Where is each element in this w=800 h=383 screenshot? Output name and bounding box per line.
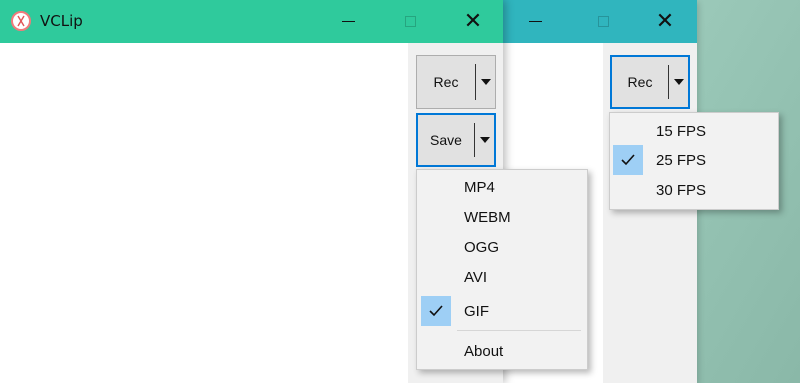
rec-dropdown-arrow[interactable] — [476, 56, 495, 108]
menu-item-label: WEBM — [464, 208, 511, 226]
app-logo-icon — [11, 11, 31, 31]
window-title: VCLip — [40, 12, 83, 30]
menu-item-label: 30 FPS — [656, 181, 707, 199]
menu-item-label: GIF — [464, 302, 489, 320]
menu-item-15-fps[interactable]: 15 FPS — [610, 116, 778, 146]
rec-button-label[interactable]: Rec — [612, 57, 668, 107]
minimize-icon — [341, 21, 355, 22]
rec-split-button[interactable]: Rec — [416, 55, 496, 109]
menu-item-ogg[interactable]: OGG — [417, 232, 587, 262]
menu-item-25-fps[interactable]: 25 FPS — [610, 145, 778, 175]
menu-item-label: MP4 — [464, 178, 495, 196]
minimize-button[interactable] — [326, 0, 370, 43]
minimize-button[interactable] — [513, 0, 557, 43]
minimize-icon — [528, 21, 542, 22]
menu-item-mp4[interactable]: MP4 — [417, 172, 587, 202]
menu-item-label: 15 FPS — [656, 122, 707, 140]
menu-item-gif[interactable]: GIF — [417, 296, 587, 326]
menu-item-about[interactable]: About — [417, 336, 587, 366]
menu-item-avi[interactable]: AVI — [417, 262, 587, 292]
menu-separator — [457, 330, 581, 331]
rec-button-label[interactable]: Rec — [417, 56, 475, 108]
menu-item-label: About — [464, 342, 504, 360]
chevron-down-icon — [673, 79, 684, 85]
menu-item-label: OGG — [464, 238, 500, 256]
chevron-down-icon — [480, 79, 491, 85]
save-split-button[interactable]: Save — [416, 113, 496, 167]
maximize-button[interactable] — [388, 0, 432, 43]
rec-dropdown-arrow[interactable] — [669, 57, 688, 107]
fps-dropdown-menu: 15 FPS 25 FPS 30 FPS — [609, 112, 779, 210]
checkmark-icon — [421, 296, 451, 326]
maximize-icon — [597, 16, 609, 27]
save-format-dropdown-menu: MP4 WEBM OGG AVI GIF About — [416, 169, 588, 370]
checkmark-icon — [613, 145, 643, 175]
close-button[interactable]: ✕ — [451, 0, 495, 43]
title-bar[interactable]: VCLip ✕ — [0, 0, 503, 43]
close-icon: ✕ — [655, 9, 675, 34]
rec-split-button[interactable]: Rec — [610, 55, 690, 109]
title-bar[interactable]: ✕ — [503, 0, 697, 43]
close-button[interactable]: ✕ — [643, 0, 687, 43]
maximize-icon — [404, 16, 416, 27]
content-area — [0, 43, 408, 383]
menu-item-webm[interactable]: WEBM — [417, 202, 587, 232]
save-dropdown-arrow[interactable] — [475, 115, 494, 165]
chevron-down-icon — [479, 137, 490, 143]
save-button-label[interactable]: Save — [418, 115, 474, 165]
maximize-button[interactable] — [581, 0, 625, 43]
menu-item-label: 25 FPS — [656, 151, 707, 169]
close-icon: ✕ — [463, 9, 483, 34]
menu-item-label: AVI — [464, 268, 488, 286]
menu-item-30-fps[interactable]: 30 FPS — [610, 175, 778, 205]
